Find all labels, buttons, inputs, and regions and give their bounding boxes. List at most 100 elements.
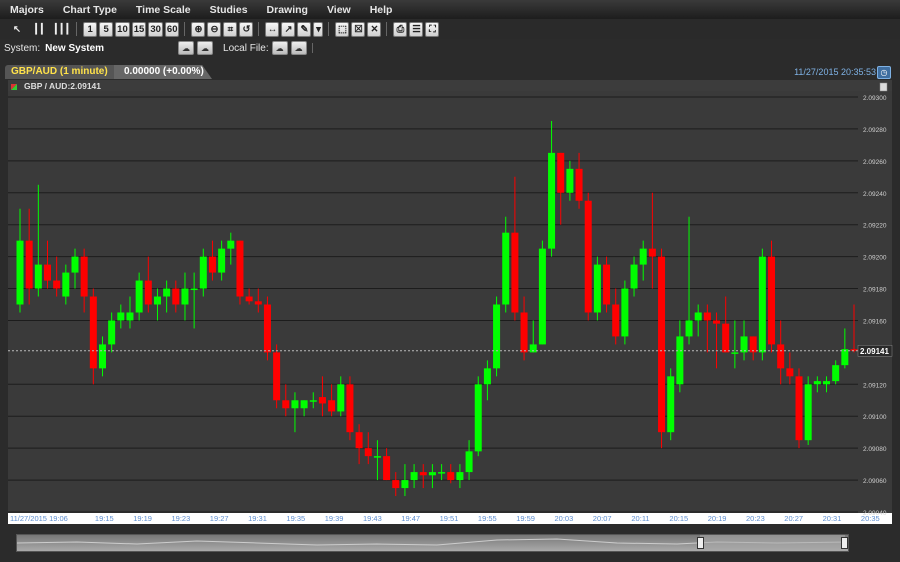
y-tick-label: 2.09200 xyxy=(863,255,887,262)
candle-body xyxy=(538,248,546,345)
candle-body xyxy=(199,256,207,289)
y-tick-label: 2.09060 xyxy=(863,478,887,485)
candle-body xyxy=(795,376,803,441)
candle-body xyxy=(163,288,171,297)
x-tick-label: 20:35 xyxy=(861,514,880,523)
y-tick-label: 2.09100 xyxy=(863,414,887,421)
candle[interactable] xyxy=(236,240,244,305)
candle-body xyxy=(410,472,418,481)
candle[interactable] xyxy=(474,376,482,457)
candle-body xyxy=(108,320,116,345)
candle-body xyxy=(823,381,831,385)
candle-body xyxy=(181,288,189,305)
candle-body xyxy=(80,256,88,297)
candle-body xyxy=(557,152,565,193)
candle[interactable] xyxy=(603,256,611,313)
candle[interactable] xyxy=(346,376,354,441)
candle-body xyxy=(373,456,381,458)
candle-body xyxy=(685,320,693,337)
x-tick-label: 19:47 xyxy=(401,514,420,523)
candle-body xyxy=(777,344,785,369)
x-tick-label: 19:51 xyxy=(440,514,459,523)
candle[interactable] xyxy=(273,344,281,409)
candle-body xyxy=(419,472,427,476)
candle[interactable] xyxy=(658,248,666,449)
candle[interactable] xyxy=(593,256,601,321)
candle-body xyxy=(62,272,70,297)
x-tick-label: 20:23 xyxy=(746,514,765,523)
candle[interactable] xyxy=(493,296,501,377)
candle-body xyxy=(832,365,840,382)
candle-body xyxy=(813,381,821,385)
candle-body xyxy=(190,288,198,291)
candle-body xyxy=(34,264,42,289)
x-tick-label: 19:39 xyxy=(325,514,344,523)
y-tick-label: 2.09240 xyxy=(863,191,887,198)
candle[interactable] xyxy=(768,240,776,353)
candle-body xyxy=(364,448,372,457)
candle[interactable] xyxy=(795,368,803,449)
candle-body xyxy=(355,432,363,449)
candle-body xyxy=(126,312,134,321)
candle-body xyxy=(474,384,482,452)
candle-body xyxy=(603,264,611,305)
candle-body xyxy=(740,336,748,353)
candle-body xyxy=(483,368,491,385)
candle-body xyxy=(53,280,61,289)
candle-body xyxy=(346,384,354,433)
candle-body xyxy=(16,240,24,305)
navigator-right-handle[interactable] xyxy=(841,537,848,549)
chart-title: GBP / AUD:2.09141 xyxy=(24,81,101,91)
candle-body xyxy=(218,248,226,273)
candle-body xyxy=(263,304,271,353)
candlestick-chart[interactable]: GBP / AUD:2.09141 2.09300 2.09280 2.09260 2… xyxy=(0,0,900,562)
candle-body xyxy=(804,384,812,441)
x-tick-label: 19:27 xyxy=(210,514,229,523)
x-tick-label: 20:07 xyxy=(593,514,612,523)
candle-body xyxy=(703,312,711,321)
candle-body xyxy=(731,352,739,354)
candle[interactable] xyxy=(667,368,675,441)
candle-body xyxy=(575,168,583,201)
candle-body xyxy=(493,304,501,369)
candle-body xyxy=(291,400,299,409)
candle-body xyxy=(89,296,97,369)
candle-body xyxy=(282,400,290,409)
candle-body xyxy=(153,296,161,305)
x-tick-label: 20:03 xyxy=(555,514,574,523)
candle-body xyxy=(456,472,464,481)
x-tick-label: 19:19 xyxy=(133,514,152,523)
candle-body xyxy=(548,152,556,249)
candle-body xyxy=(208,256,216,273)
candle-body xyxy=(621,288,629,337)
candle[interactable] xyxy=(538,240,546,345)
y-tick-label: 2.09260 xyxy=(863,159,887,166)
candle-body xyxy=(593,264,601,313)
candle-body xyxy=(273,352,281,401)
candle-body xyxy=(401,480,409,489)
candle[interactable] xyxy=(621,280,629,345)
candle-body xyxy=(694,312,702,321)
y-tick-label: 2.09180 xyxy=(863,287,887,294)
candle-body xyxy=(658,256,666,433)
candle-body xyxy=(428,472,436,476)
time-navigator[interactable] xyxy=(16,534,849,552)
candle-body xyxy=(254,301,262,305)
x-tick-label: 20:31 xyxy=(823,514,842,523)
candle-body xyxy=(309,400,317,402)
candle[interactable] xyxy=(758,248,766,361)
candle-body xyxy=(502,232,510,305)
navigator-window[interactable] xyxy=(697,535,848,551)
export-icon[interactable] xyxy=(879,82,888,92)
candle-body xyxy=(841,349,849,366)
candle-body xyxy=(71,256,79,273)
x-tick-label: 19:35 xyxy=(286,514,305,523)
candle-body xyxy=(300,400,308,409)
candle[interactable] xyxy=(584,192,592,321)
navigator-left-handle[interactable] xyxy=(697,537,704,549)
candle-body xyxy=(172,288,180,305)
candle[interactable] xyxy=(804,376,812,445)
x-tick-label: 19:23 xyxy=(172,514,191,523)
candle-body xyxy=(98,344,106,369)
candle-body xyxy=(713,320,721,324)
